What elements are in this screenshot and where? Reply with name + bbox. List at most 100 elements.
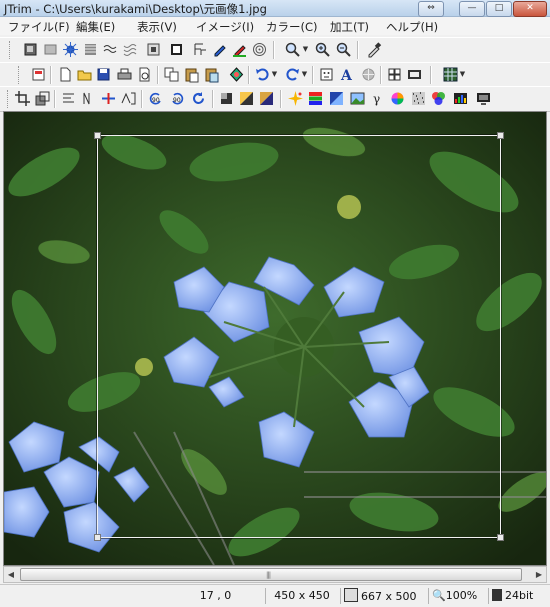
- wave-alt-icon[interactable]: [122, 41, 139, 58]
- menu-color[interactable]: カラー(C): [266, 19, 318, 35]
- selection-rectangle[interactable]: [94, 132, 504, 541]
- chevron-down-icon[interactable]: ▼: [301, 66, 308, 83]
- cursor-position: 17 , 0: [199, 589, 232, 602]
- selection-handle-se[interactable]: [497, 534, 504, 541]
- print-preview-icon[interactable]: [136, 66, 153, 83]
- toolbar-grip[interactable]: [9, 41, 13, 59]
- scroll-right-icon[interactable]: ▶: [532, 567, 546, 582]
- brightness-icon[interactable]: [238, 90, 255, 107]
- separator: [430, 66, 432, 84]
- toolbar-grip[interactable]: [18, 66, 22, 84]
- brush-mask-icon[interactable]: [228, 66, 245, 83]
- rgb-circles-icon[interactable]: [430, 90, 447, 107]
- menu-view[interactable]: 表示(V): [137, 19, 177, 35]
- rotate-icon[interactable]: [190, 90, 207, 107]
- toolbar-grip[interactable]: [7, 90, 11, 108]
- svg-text:γ: γ: [373, 92, 380, 106]
- new-file-icon[interactable]: [57, 66, 74, 83]
- selection-handle-sw[interactable]: [94, 534, 101, 541]
- chevron-down-icon[interactable]: ▼: [459, 66, 466, 83]
- separator: [357, 41, 359, 59]
- monitor-icon[interactable]: [475, 90, 492, 107]
- properties-icon[interactable]: [30, 66, 47, 83]
- open-folder-icon[interactable]: [76, 66, 93, 83]
- gray-frame-icon[interactable]: [42, 41, 59, 58]
- zoom-field: 🔍100%: [428, 588, 488, 604]
- zoom-icon: 🔍: [432, 589, 446, 602]
- mirror-flip-icon[interactable]: [120, 90, 137, 107]
- image-canvas[interactable]: [3, 111, 547, 566]
- rgb-gradient-icon[interactable]: [307, 90, 324, 107]
- selection-handle-ne[interactable]: [497, 132, 504, 139]
- histogram-icon[interactable]: [452, 90, 469, 107]
- resize-icon[interactable]: [34, 90, 51, 107]
- paste-new-icon[interactable]: [203, 66, 220, 83]
- face-icon[interactable]: [318, 66, 335, 83]
- zoom-level: 100%: [445, 589, 478, 602]
- stamp-icon[interactable]: [168, 41, 185, 58]
- gamma-icon[interactable]: γ: [369, 90, 386, 107]
- flip-vertical-icon[interactable]: [60, 90, 77, 107]
- noise-icon[interactable]: [410, 90, 427, 107]
- maximize-button[interactable]: □: [486, 1, 512, 17]
- restore-icon[interactable]: ⇔: [418, 1, 444, 17]
- svg-text:A: A: [340, 68, 353, 83]
- film-strip-icon[interactable]: [406, 66, 423, 83]
- save-icon[interactable]: [95, 66, 112, 83]
- spiral-icon[interactable]: [251, 41, 268, 58]
- color-wheel-icon[interactable]: [389, 90, 406, 107]
- redo-icon[interactable]: [284, 66, 301, 83]
- separator: [212, 90, 214, 108]
- eyedropper-icon[interactable]: [366, 41, 383, 58]
- zoom-icon[interactable]: [284, 41, 301, 58]
- rotate-90-right-icon[interactable]: 90: [169, 90, 186, 107]
- dither-icon[interactable]: [82, 41, 99, 58]
- grid-4-icon[interactable]: [386, 66, 403, 83]
- zoom-in-icon[interactable]: [314, 41, 331, 58]
- text-icon[interactable]: A: [338, 66, 355, 83]
- image-size: 667 x 500: [361, 590, 417, 603]
- wave-icon[interactable]: [102, 41, 119, 58]
- gradient-fill-icon[interactable]: [328, 90, 345, 107]
- mirror-icon[interactable]: [100, 90, 117, 107]
- copy-icon[interactable]: [163, 66, 180, 83]
- 3d-frame-icon[interactable]: [145, 41, 162, 58]
- menu-help[interactable]: ヘルプ(H): [386, 19, 438, 35]
- emboss-icon[interactable]: [22, 41, 39, 58]
- zoom-out-icon[interactable]: [335, 41, 352, 58]
- rotate-90-left-icon[interactable]: 90: [147, 90, 164, 107]
- sparkle-icon[interactable]: [287, 90, 304, 107]
- print-icon[interactable]: [116, 66, 133, 83]
- circle-icon[interactable]: [360, 66, 377, 83]
- undo-icon[interactable]: [254, 66, 271, 83]
- gradient-square-icon[interactable]: [218, 90, 235, 107]
- color-pen-icon[interactable]: [231, 41, 248, 58]
- menu-image[interactable]: イメージ(I): [196, 19, 254, 35]
- flip-horizontal-icon[interactable]: [80, 90, 97, 107]
- chevron-down-icon[interactable]: ▼: [302, 41, 309, 58]
- minimize-button[interactable]: —: [459, 1, 485, 17]
- pen-icon[interactable]: [211, 41, 228, 58]
- star-burst-icon[interactable]: [62, 41, 79, 58]
- scroll-left-icon[interactable]: ◀: [4, 567, 18, 582]
- title-bar[interactable]: JTrim - C:\Users\kurakami\Desktop\元画像1.j…: [0, 0, 550, 17]
- picture-icon[interactable]: [349, 90, 366, 107]
- scroll-thumb[interactable]: |||: [20, 568, 522, 581]
- close-button[interactable]: ✕: [513, 1, 547, 17]
- separator: [157, 66, 159, 84]
- horizontal-scrollbar[interactable]: ◀ ||| ▶: [3, 566, 547, 583]
- menu-edit[interactable]: 編集(E): [76, 19, 115, 35]
- menu-process[interactable]: 加工(T): [330, 19, 369, 35]
- menu-file[interactable]: ファイル(F): [8, 19, 70, 35]
- window-title: JTrim - C:\Users\kurakami\Desktop\元画像1.j…: [4, 2, 267, 16]
- paste-icon[interactable]: [183, 66, 200, 83]
- selection-handle-nw[interactable]: [94, 132, 101, 139]
- grid-3-icon[interactable]: [442, 66, 459, 83]
- color-depth-field: 24bit: [488, 588, 550, 604]
- svg-text:90: 90: [173, 97, 181, 104]
- contrast-icon[interactable]: [258, 90, 275, 107]
- filter-icon[interactable]: [192, 41, 209, 58]
- color-depth: 24bit: [505, 589, 534, 602]
- crop-icon[interactable]: [14, 90, 31, 107]
- chevron-down-icon[interactable]: ▼: [271, 66, 278, 83]
